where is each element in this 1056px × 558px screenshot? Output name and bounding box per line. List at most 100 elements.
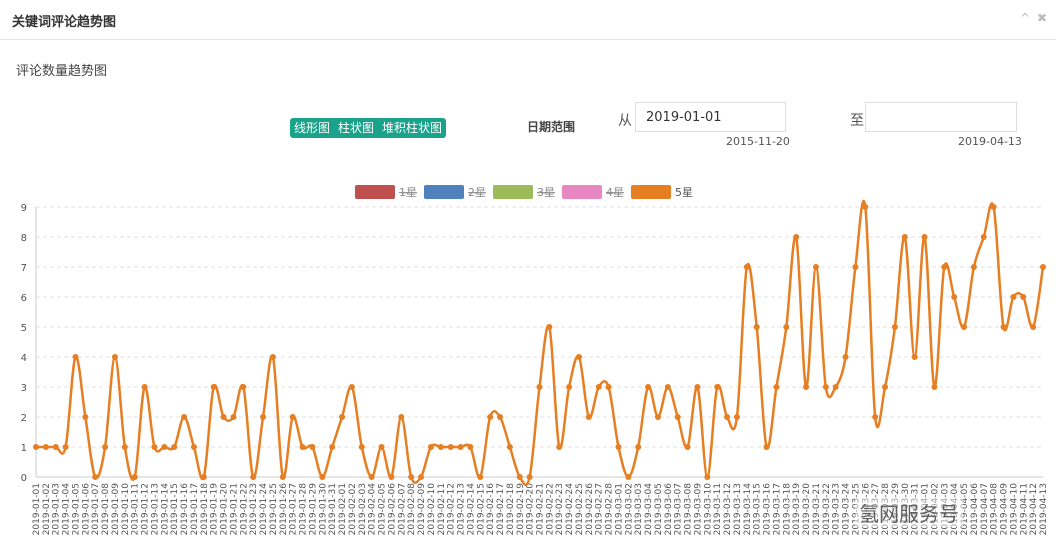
- data-point[interactable]: [348, 384, 355, 390]
- data-point[interactable]: [911, 354, 918, 360]
- data-point[interactable]: [852, 264, 859, 270]
- data-point[interactable]: [773, 384, 780, 390]
- chevron-up-icon[interactable]: ^: [1020, 11, 1030, 25]
- data-point[interactable]: [931, 384, 938, 390]
- data-point[interactable]: [556, 444, 563, 450]
- data-point[interactable]: [901, 234, 908, 240]
- legend-swatch[interactable]: [424, 185, 464, 199]
- data-point[interactable]: [990, 204, 997, 210]
- legend-swatch[interactable]: [562, 185, 602, 199]
- legend-label[interactable]: 2星: [468, 186, 486, 199]
- data-point[interactable]: [72, 354, 79, 360]
- data-point[interactable]: [783, 324, 790, 330]
- data-point[interactable]: [970, 264, 977, 270]
- data-point[interactable]: [408, 474, 415, 480]
- data-point[interactable]: [941, 264, 948, 270]
- data-point[interactable]: [882, 384, 889, 390]
- data-point[interactable]: [358, 444, 365, 450]
- data-point[interactable]: [516, 474, 523, 480]
- data-point[interactable]: [595, 384, 602, 390]
- data-point[interactable]: [427, 444, 434, 450]
- bar-chart-button[interactable]: 柱状图: [334, 118, 378, 138]
- data-point[interactable]: [1000, 324, 1007, 330]
- data-point[interactable]: [842, 354, 849, 360]
- data-point[interactable]: [477, 474, 484, 480]
- data-point[interactable]: [102, 444, 109, 450]
- data-point[interactable]: [329, 444, 336, 450]
- data-point[interactable]: [654, 414, 661, 420]
- data-point[interactable]: [210, 384, 217, 390]
- data-point[interactable]: [793, 234, 800, 240]
- data-point[interactable]: [1010, 294, 1017, 300]
- legend-label[interactable]: 4星: [606, 186, 624, 199]
- data-point[interactable]: [961, 324, 968, 330]
- data-point[interactable]: [52, 444, 59, 450]
- data-point[interactable]: [161, 444, 168, 450]
- data-point[interactable]: [980, 234, 987, 240]
- data-point[interactable]: [319, 474, 326, 480]
- data-point[interactable]: [1040, 264, 1046, 270]
- data-point[interactable]: [536, 384, 543, 390]
- data-point[interactable]: [418, 474, 425, 480]
- data-point[interactable]: [62, 444, 69, 450]
- data-point[interactable]: [674, 414, 681, 420]
- data-point[interactable]: [240, 384, 247, 390]
- legend-swatch[interactable]: [355, 185, 395, 199]
- data-point[interactable]: [42, 444, 49, 450]
- data-point[interactable]: [803, 384, 810, 390]
- stacked-bar-chart-button[interactable]: 堆积柱状图: [378, 118, 446, 138]
- data-point[interactable]: [250, 474, 257, 480]
- data-point[interactable]: [131, 474, 138, 480]
- legend-label[interactable]: 3星: [537, 186, 555, 199]
- data-point[interactable]: [121, 444, 128, 450]
- data-point[interactable]: [645, 384, 652, 390]
- from-date-input[interactable]: [635, 102, 786, 132]
- data-point[interactable]: [190, 444, 197, 450]
- legend-label[interactable]: 5星: [675, 186, 693, 199]
- data-point[interactable]: [575, 354, 582, 360]
- data-point[interactable]: [724, 414, 731, 420]
- data-point[interactable]: [1030, 324, 1037, 330]
- data-point[interactable]: [111, 354, 118, 360]
- data-point[interactable]: [585, 414, 592, 420]
- legend-swatch[interactable]: [631, 185, 671, 199]
- data-point[interactable]: [832, 384, 839, 390]
- data-point[interactable]: [299, 444, 306, 450]
- data-point[interactable]: [388, 474, 395, 480]
- data-point[interactable]: [92, 474, 99, 480]
- data-point[interactable]: [862, 204, 869, 210]
- data-point[interactable]: [625, 474, 632, 480]
- data-point[interactable]: [171, 444, 178, 450]
- data-point[interactable]: [635, 444, 642, 450]
- data-point[interactable]: [309, 444, 316, 450]
- data-point[interactable]: [506, 444, 513, 450]
- data-point[interactable]: [951, 294, 958, 300]
- data-point[interactable]: [368, 474, 375, 480]
- data-point[interactable]: [1020, 294, 1027, 300]
- data-point[interactable]: [82, 414, 89, 420]
- data-point[interactable]: [704, 474, 711, 480]
- data-point[interactable]: [437, 444, 444, 450]
- data-point[interactable]: [743, 264, 750, 270]
- data-point[interactable]: [289, 414, 296, 420]
- data-point[interactable]: [822, 384, 829, 390]
- data-point[interactable]: [200, 474, 207, 480]
- data-point[interactable]: [497, 414, 504, 420]
- data-point[interactable]: [812, 264, 819, 270]
- data-point[interactable]: [467, 444, 474, 450]
- data-point[interactable]: [872, 414, 879, 420]
- data-point[interactable]: [141, 384, 148, 390]
- data-point[interactable]: [546, 324, 553, 330]
- data-point[interactable]: [398, 414, 405, 420]
- data-point[interactable]: [457, 444, 464, 450]
- legend-label[interactable]: 1星: [399, 186, 417, 199]
- data-point[interactable]: [526, 474, 533, 480]
- data-point[interactable]: [279, 474, 286, 480]
- data-point[interactable]: [181, 414, 188, 420]
- line-chart-button[interactable]: 线形图: [290, 118, 334, 138]
- data-point[interactable]: [378, 444, 385, 450]
- data-point[interactable]: [753, 324, 760, 330]
- data-point[interactable]: [33, 444, 39, 450]
- data-point[interactable]: [615, 444, 622, 450]
- legend-swatch[interactable]: [493, 185, 533, 199]
